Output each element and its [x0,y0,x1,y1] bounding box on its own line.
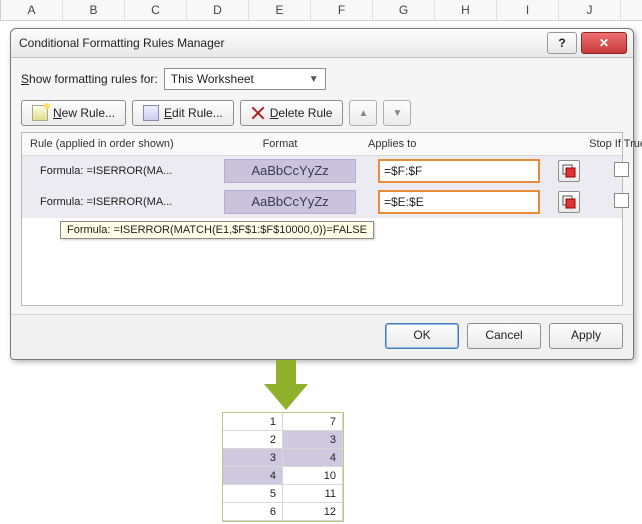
cell: 10 [283,467,343,485]
col-rule: Rule (applied in order shown) [22,138,200,150]
rules-table: Rule (applied in order shown) Format App… [21,132,623,306]
close-button[interactable]: ✕ [581,32,627,54]
cell: 5 [223,485,283,503]
chevron-down-icon: ▼ [307,74,321,85]
move-up-button[interactable]: ▲ [349,100,377,126]
new-rule-button[interactable]: New Rule... [21,100,126,126]
cell: 12 [283,503,343,521]
cell: 1 [223,413,283,431]
rule-row[interactable]: Formula: =ISERROR(MA... AaBbCcYyZz =$E:$… [22,187,622,218]
col-header[interactable]: F [311,0,373,20]
col-header[interactable]: I [497,0,559,20]
rule-tooltip: Formula: =ISERROR(MATCH(E1,$F$1:$F$10000… [60,221,374,239]
show-rules-for-select[interactable]: This Worksheet ▼ [164,68,326,90]
col-header[interactable]: C [125,0,187,20]
edit-rule-button[interactable]: Edit Rule... [132,100,234,126]
column-header-row: A B C D E F G H I J K [0,0,642,21]
cell: 2 [223,431,283,449]
help-button[interactable]: ? [547,32,577,54]
cell: 4 [283,449,343,467]
rules-toolbar: New Rule... Edit Rule... Delete Rule ▲ ▼ [21,100,623,126]
cell: 7 [283,413,343,431]
col-header[interactable]: G [373,0,435,20]
col-header[interactable]: B [63,0,125,20]
range-picker-button[interactable] [558,191,580,213]
col-header[interactable]: H [435,0,497,20]
applies-to-input[interactable]: =$F:$F [378,159,540,183]
rules-table-header: Rule (applied in order shown) Format App… [22,133,622,156]
edit-rule-icon [143,105,159,121]
col-header[interactable]: A [1,0,63,20]
dialog-body: Show formatting rules for: This Workshee… [11,58,633,314]
stop-if-true-checkbox[interactable] [614,162,629,177]
range-picker-button[interactable] [558,160,580,182]
stop-if-true-checkbox[interactable] [614,193,629,208]
rule-name: Formula: =ISERROR(MA... [22,196,210,208]
col-format: Format [200,138,360,150]
cell: 11 [283,485,343,503]
rule-format-preview: AaBbCcYyZz [224,159,356,183]
col-header[interactable]: D [187,0,249,20]
cell: 3 [223,449,283,467]
dialog-footer: OK Cancel Apply [11,314,633,359]
titlebar[interactable]: Conditional Formatting Rules Manager ? ✕ [11,29,633,58]
delete-rule-icon [251,106,265,120]
cell: 4 [223,467,283,485]
col-apply: Applies to [360,138,548,150]
rule-name: Formula: =ISERROR(MA... [22,165,210,177]
delete-rule-button[interactable]: Delete Rule [240,100,344,126]
rule-row[interactable]: Formula: =ISERROR(MA... AaBbCcYyZz =$F:$… [22,156,622,187]
cell: 6 [223,503,283,521]
col-header[interactable]: J [559,0,621,20]
show-rules-for-value: This Worksheet [171,72,307,86]
cf-rules-manager-dialog: Conditional Formatting Rules Manager ? ✕… [10,28,634,360]
ok-button[interactable]: OK [385,323,459,349]
result-grid: 17 23 34 410 511 612 [222,412,344,522]
move-down-button[interactable]: ▼ [383,100,411,126]
cancel-button[interactable]: Cancel [467,323,541,349]
rule-format-preview: AaBbCcYyZz [224,190,356,214]
col-header[interactable]: K [621,0,642,20]
cell: 3 [283,431,343,449]
dialog-title: Conditional Formatting Rules Manager [19,36,547,50]
new-rule-icon [32,105,48,121]
down-arrow-illustration [264,360,308,410]
col-header[interactable]: E [249,0,311,20]
applies-to-input[interactable]: =$E:$E [378,190,540,214]
show-rules-for-row: Show formatting rules for: This Workshee… [21,68,623,90]
show-rules-for-label: Show formatting rules for: [21,72,158,86]
apply-button[interactable]: Apply [549,323,623,349]
col-stop: Stop If True [576,138,642,150]
